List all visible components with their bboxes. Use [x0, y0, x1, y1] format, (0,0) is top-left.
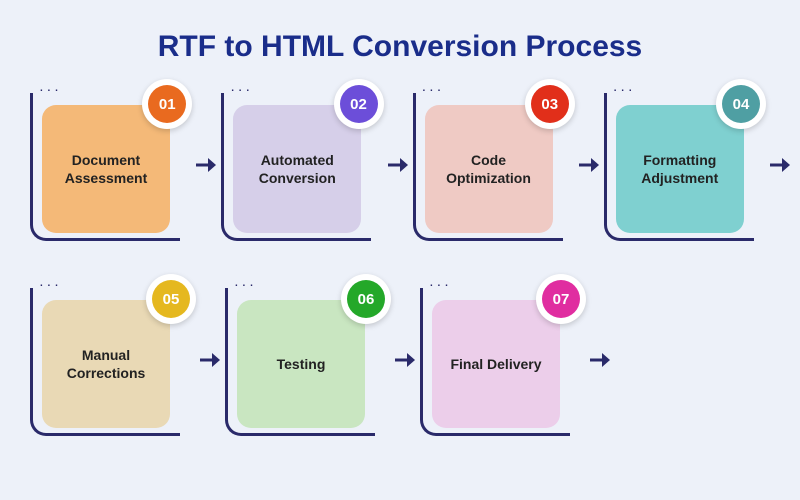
process-step: . . . Formatting Adjustment 04 [614, 99, 760, 239]
step-number-circle: 06 [347, 280, 385, 318]
step-label: Manual Corrections [52, 346, 160, 382]
process-step: . . . Manual Corrections 05 [40, 294, 190, 434]
step-number-circle: 04 [722, 85, 760, 123]
step-number-circle: 03 [531, 85, 569, 123]
process-step: . . . Testing 06 [235, 294, 385, 434]
step-card: Manual Corrections [42, 300, 170, 428]
step-number: 05 [163, 291, 180, 308]
steps-row-1: . . . Document Assessment 01 . . . Autom… [40, 99, 760, 239]
process-step: . . . Final Delivery 07 [430, 294, 580, 434]
step-label: Automated Conversion [243, 151, 351, 187]
step-badge: 05 [146, 274, 196, 324]
steps-row-2: . . . Manual Corrections 05 . . . Testin… [40, 294, 760, 434]
step-number-circle: 07 [542, 280, 580, 318]
step-number-circle: 01 [148, 85, 186, 123]
step-card: Final Delivery [432, 300, 560, 428]
step-number: 02 [350, 96, 367, 113]
step-card: Code Optimization [425, 105, 553, 233]
step-label: Formatting Adjustment [626, 151, 734, 187]
step-number: 04 [733, 96, 750, 113]
step-number-circle: 02 [340, 85, 378, 123]
step-card: Testing [237, 300, 365, 428]
step-card: Automated Conversion [233, 105, 361, 233]
arrow-right-icon [386, 153, 410, 177]
arrow-right-icon [393, 348, 417, 372]
arrow-right-icon [194, 153, 218, 177]
step-card: Document Assessment [42, 105, 170, 233]
arrow-right-icon [577, 153, 601, 177]
page-title: RTF to HTML Conversion Process [40, 30, 760, 64]
step-badge: 03 [525, 79, 575, 129]
step-card: Formatting Adjustment [616, 105, 744, 233]
arrow-right-icon [198, 348, 222, 372]
step-number: 03 [541, 96, 558, 113]
step-number: 06 [358, 291, 375, 308]
process-step: . . . Code Optimization 03 [423, 99, 569, 239]
step-badge: 02 [334, 79, 384, 129]
step-badge: 01 [142, 79, 192, 129]
step-label: Final Delivery [450, 355, 541, 373]
arrow-right-icon [588, 348, 612, 372]
step-badge: 07 [536, 274, 586, 324]
process-step: . . . Automated Conversion 02 [231, 99, 377, 239]
step-badge: 06 [341, 274, 391, 324]
step-number: 01 [159, 96, 176, 113]
step-badge: 04 [716, 79, 766, 129]
process-step: . . . Document Assessment 01 [40, 99, 186, 239]
step-label: Testing [277, 355, 326, 373]
step-label: Code Optimization [435, 151, 543, 187]
steps-container: . . . Document Assessment 01 . . . Autom… [40, 99, 760, 434]
step-number: 07 [553, 291, 570, 308]
step-number-circle: 05 [152, 280, 190, 318]
arrow-right-icon [768, 153, 792, 177]
step-label: Document Assessment [52, 151, 160, 187]
